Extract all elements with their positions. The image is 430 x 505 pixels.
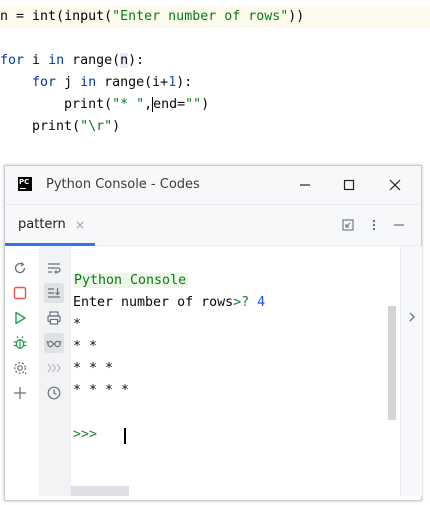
horizontal-scroll-thumb[interactable] xyxy=(71,486,129,496)
attach-debugger-button[interactable] xyxy=(10,333,30,353)
close-window-button[interactable] xyxy=(373,166,417,204)
token-string: "Enter number of rows" xyxy=(112,9,289,24)
token-string: "* " xyxy=(112,97,145,112)
maximize-icon xyxy=(343,179,355,191)
console-toolbar-secondary xyxy=(39,246,71,496)
expand-panel-button[interactable] xyxy=(405,310,419,324)
triple-chevron-icon xyxy=(47,363,61,373)
more-vertical-icon xyxy=(372,219,376,231)
soft-wrap-icon xyxy=(48,263,61,274)
minus-icon xyxy=(394,224,404,226)
console-title: Python Console xyxy=(73,273,189,288)
glasses-icon xyxy=(46,340,62,348)
clock-icon xyxy=(47,386,61,400)
output-line: * * xyxy=(73,339,98,354)
token-number: 1 xyxy=(168,75,177,90)
stop-button[interactable] xyxy=(10,283,30,303)
scroll-to-end-button[interactable] xyxy=(44,283,64,303)
token-keyword: in xyxy=(48,53,65,68)
rerun-button[interactable] xyxy=(10,258,30,278)
code-line-6[interactable]: print("\r") xyxy=(0,116,120,138)
stop-icon xyxy=(13,286,27,300)
rerun-icon xyxy=(14,262,26,274)
code-line-3[interactable]: for i in range(n): xyxy=(0,50,144,72)
prompt-marker: >>> xyxy=(73,427,98,442)
console-caret xyxy=(124,428,126,444)
minimize-button[interactable] xyxy=(283,166,327,204)
code-line-5[interactable]: print("* ",end="") xyxy=(0,94,209,116)
output-line: * * * * xyxy=(73,383,130,398)
vertical-scrollbar[interactable] xyxy=(384,246,400,496)
console-output[interactable]: Python Console Enter number of rows>? 4 … xyxy=(71,246,384,496)
tab-pattern[interactable]: pattern × xyxy=(5,205,95,246)
tab-close-icon[interactable]: × xyxy=(75,205,85,245)
token-highlighted-var: n xyxy=(120,53,129,68)
console-input-line[interactable]: >>> xyxy=(73,424,273,446)
token-keyword: in xyxy=(80,75,97,90)
execute-command-button[interactable] xyxy=(44,358,64,378)
code-editor[interactable]: n = int(input("Enter number of rows")) f… xyxy=(0,0,430,160)
user-input-value: 4 xyxy=(257,295,266,310)
input-prompt-line: Enter number of rows>? 4 xyxy=(73,292,265,314)
code-line-4[interactable]: for j in range(i+1): xyxy=(0,72,192,94)
token-string: "\r" xyxy=(80,119,113,134)
gear-icon xyxy=(14,362,27,374)
input-prompt-marker: >? xyxy=(233,295,258,310)
code-line-1[interactable]: n = int(input("Enter number of rows")) xyxy=(0,6,430,28)
pycharm-app-icon: PC xyxy=(18,177,32,191)
more-options-button[interactable] xyxy=(364,215,384,235)
console-tab-bar: pattern × xyxy=(5,205,421,246)
python-console-window[interactable]: PC Python Console - Codes pattern × Pyth… xyxy=(4,165,422,501)
tab-label: pattern xyxy=(18,217,66,232)
bug-icon xyxy=(13,336,27,350)
settings-button[interactable] xyxy=(10,358,30,378)
plus-icon xyxy=(14,387,26,399)
close-icon xyxy=(389,179,401,191)
restore-window-icon xyxy=(342,219,354,231)
console-toolbar-primary xyxy=(5,246,35,496)
show-variables-button[interactable] xyxy=(44,333,64,353)
scroll-to-end-icon xyxy=(48,288,60,298)
history-button[interactable] xyxy=(44,383,64,403)
execute-button[interactable] xyxy=(10,308,30,328)
output-line: * * * xyxy=(73,361,114,376)
token-var: n xyxy=(0,9,9,24)
new-console-button[interactable] xyxy=(10,383,30,403)
soft-wrap-button[interactable] xyxy=(44,258,64,278)
vertical-scroll-thumb[interactable] xyxy=(388,306,396,420)
minimize-icon xyxy=(300,184,310,186)
prompt-text: Enter number of rows xyxy=(73,295,234,310)
window-title: Python Console - Codes xyxy=(46,177,200,192)
variables-side-panel xyxy=(400,246,422,496)
window-titlebar[interactable]: PC Python Console - Codes xyxy=(5,166,421,205)
run-icon xyxy=(15,311,26,325)
output-line: * xyxy=(73,317,82,332)
print-button[interactable] xyxy=(44,308,64,328)
token-keyword: for xyxy=(32,75,57,90)
printer-icon xyxy=(47,311,61,325)
restore-layout-button[interactable] xyxy=(338,215,358,235)
hide-panel-button[interactable] xyxy=(389,215,409,235)
maximize-button[interactable] xyxy=(327,166,371,204)
token-keyword: for xyxy=(0,53,25,68)
token-string: "" xyxy=(185,97,202,112)
chevron-right-icon xyxy=(409,312,415,322)
